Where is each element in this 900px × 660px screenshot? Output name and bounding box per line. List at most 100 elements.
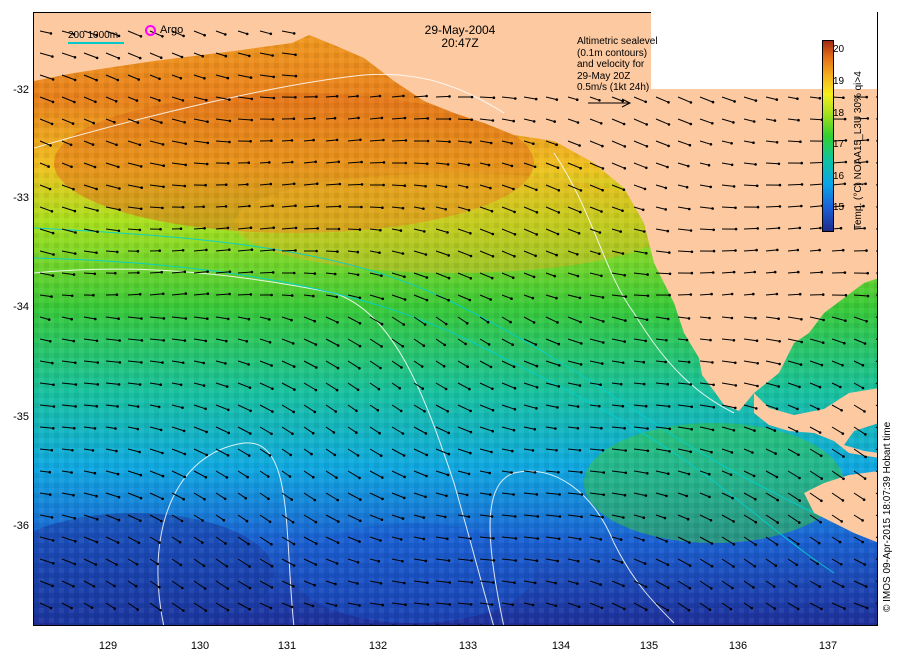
velocity-arrow-head [730, 316, 734, 320]
velocity-arrow-head [271, 204, 274, 207]
velocity-arrow-head [750, 606, 753, 610]
altimetry-line-2: (0.1m contours) [577, 47, 648, 59]
velocity-arrow-head [206, 141, 210, 145]
velocity-arrow [678, 624, 679, 625]
velocity-arrow-head [861, 364, 865, 367]
velocity-arrow-head [711, 100, 715, 104]
velocity-arrow-head [228, 140, 231, 144]
velocity-arrow-head [157, 405, 161, 409]
velocity-arrow-head [578, 296, 582, 300]
velocity-arrow-head [96, 230, 99, 233]
velocity-arrow-head [602, 320, 605, 323]
velocity-arrow-head [290, 139, 294, 142]
velocity-arrow-head [448, 140, 451, 143]
velocity-arrow-head [554, 427, 557, 430]
velocity-arrow-head [382, 183, 385, 187]
velocity-arrow-head [577, 605, 581, 609]
velocity-arrow [325, 95, 338, 98]
velocity-arrow-head [752, 292, 755, 296]
velocity-arrow-head [422, 207, 425, 210]
velocity-arrow-head [425, 162, 429, 165]
velocity-arrow-head [773, 119, 777, 122]
velocity-arrow-head [601, 362, 604, 365]
velocity-arrow-head [558, 515, 562, 518]
velocity-arrow-head [732, 339, 736, 342]
velocity-arrow-head [116, 472, 120, 476]
y-tick-label: -34 [13, 301, 29, 313]
velocity-arrow-head [179, 563, 183, 567]
velocity-arrow-head [667, 123, 671, 126]
velocity-arrow-head [732, 565, 735, 568]
velocity-arrow-head [181, 406, 184, 410]
velocity-arrow-head [358, 296, 362, 300]
velocity-arrow [480, 624, 483, 625]
velocity-arrow-head [294, 204, 297, 207]
velocity-arrow-head [711, 122, 714, 125]
velocity-arrow-head [160, 270, 163, 274]
velocity-arrow-head [405, 625, 408, 626]
velocity-arrow-head [118, 187, 121, 190]
velocity-arrow-head [203, 227, 206, 230]
velocity-arrow-head [598, 252, 601, 256]
velocity-arrow-head [709, 185, 712, 189]
velocity-arrow-head [776, 498, 779, 502]
velocity-arrow-head [794, 584, 798, 588]
velocity-arrow-head [116, 405, 119, 408]
velocity-arrow-head [358, 540, 361, 543]
velocity-arrow-head [580, 342, 583, 345]
argo-legend-label: Argo [160, 24, 184, 36]
velocity-arrow-head [269, 32, 273, 36]
velocity-arrow-head [796, 248, 800, 252]
velocity-arrow-head [201, 541, 204, 544]
velocity-arrow-head [469, 277, 473, 280]
velocity-arrow-head [818, 96, 822, 100]
velocity-arrow-head [819, 454, 823, 458]
velocity-arrow-head [357, 116, 360, 120]
velocity-arrow [502, 624, 505, 625]
velocity-arrow-head [50, 448, 54, 452]
velocity-arrow-head [246, 183, 249, 186]
velocity-arrow-head [206, 120, 209, 123]
velocity-arrow-head [646, 427, 649, 430]
velocity-arrow-head [490, 450, 493, 454]
velocity-arrow-head [601, 188, 604, 192]
velocity-arrow [193, 227, 205, 230]
velocity-arrow-head [532, 142, 535, 145]
sst-map[interactable] [34, 13, 878, 626]
velocity-arrow [326, 624, 329, 625]
velocity-arrow-head [95, 251, 98, 254]
velocity-arrow-head [690, 250, 694, 254]
velocity-arrow-head [709, 338, 712, 342]
velocity-arrow-head [179, 383, 183, 387]
velocity-arrow-head [139, 496, 143, 500]
velocity-arrow [787, 183, 803, 186]
velocity-arrow-head [203, 497, 206, 501]
map-title: 29-May-2004 20:47Z [400, 24, 520, 50]
velocity-arrow-head [136, 405, 140, 408]
velocity-arrow [435, 140, 450, 143]
velocity-arrow-head [712, 249, 716, 253]
velocity-arrow-head [222, 518, 226, 522]
velocity-arrow-head [578, 144, 581, 147]
velocity-arrow-head [796, 407, 799, 411]
velocity-arrow-head [224, 205, 228, 208]
velocity-arrow-head [579, 363, 583, 366]
velocity-arrow-head [335, 138, 339, 142]
velocity-arrow-head [708, 316, 711, 320]
velocity-arrow-head [469, 254, 473, 258]
velocity-arrow-head [360, 205, 363, 209]
velocity-arrow [282, 624, 284, 625]
velocity-arrow-head [646, 449, 650, 453]
x-tick-label: 130 [190, 640, 210, 652]
velocity-arrow [216, 624, 218, 625]
velocity-arrow-head [140, 361, 143, 364]
velocity-arrow-head [292, 365, 296, 368]
velocity-arrow-head [491, 408, 495, 412]
velocity-arrow-head [643, 187, 647, 191]
velocity-arrow-head [753, 565, 757, 568]
velocity-arrow-head [313, 410, 317, 414]
velocity-arrow-head [644, 339, 647, 343]
velocity-arrow [721, 250, 736, 252]
velocity-arrow-head [555, 296, 558, 300]
velocity-arrow-head [51, 274, 55, 277]
